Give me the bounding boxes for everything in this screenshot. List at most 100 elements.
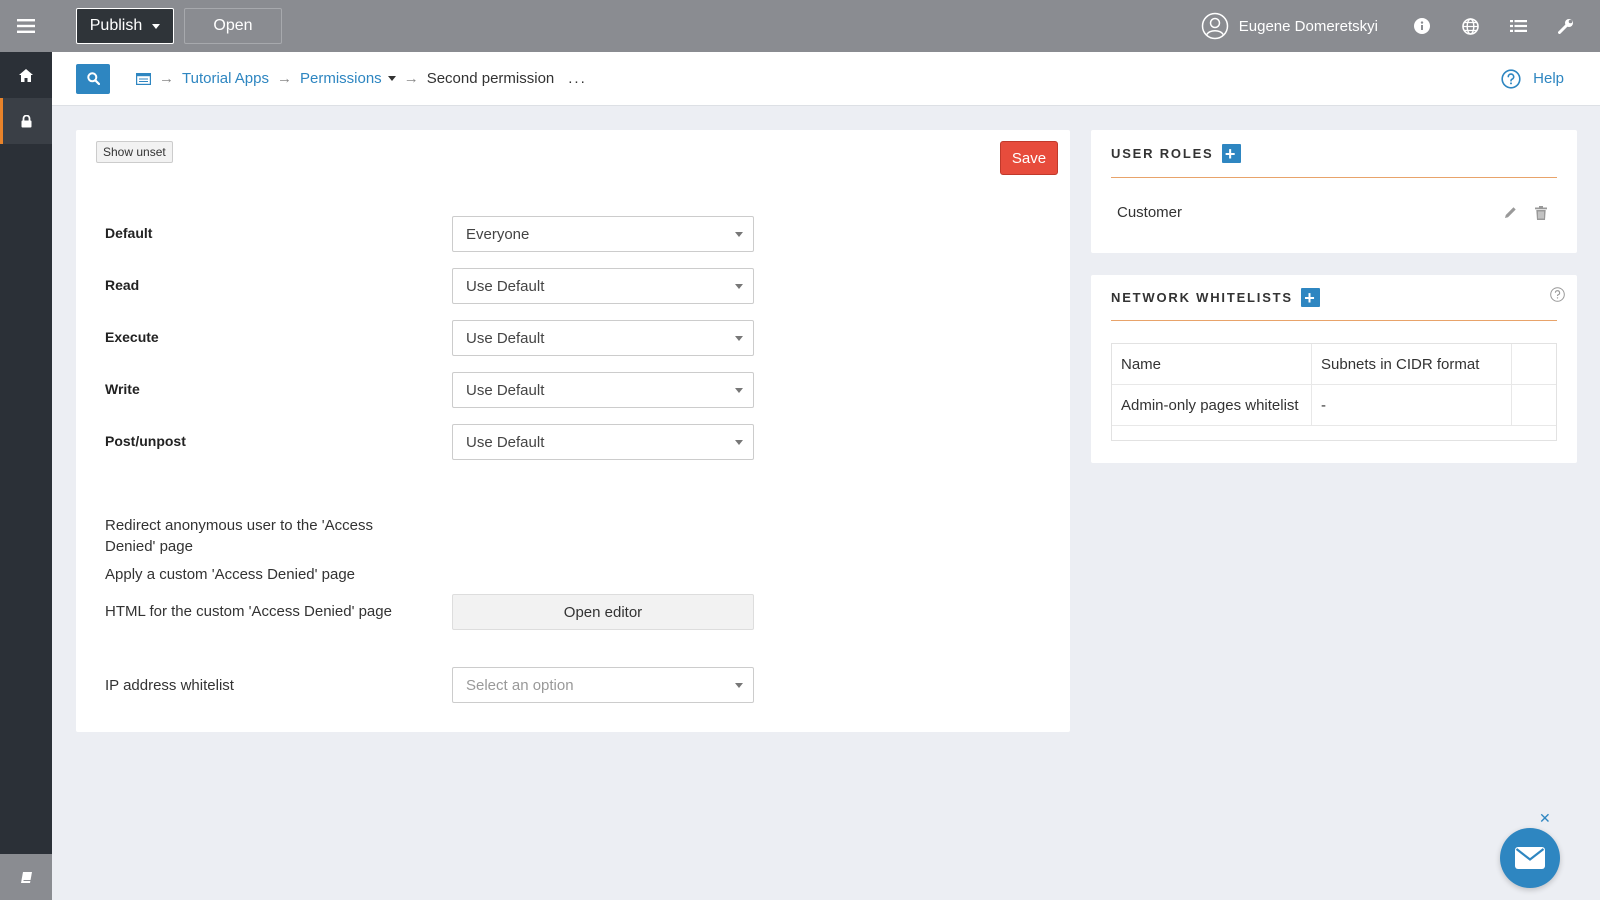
field-label-post-unpost: Post/unpost	[105, 433, 186, 449]
column-header-actions	[1512, 344, 1556, 384]
chevron-down-icon	[152, 23, 161, 29]
chevron-down-icon[interactable]	[387, 76, 396, 81]
select-default[interactable]: Everyone	[452, 216, 754, 252]
pencil-icon[interactable]	[1504, 206, 1517, 219]
role-name[interactable]: Customer	[1117, 204, 1182, 221]
globe-icon	[1461, 17, 1479, 35]
user-menu[interactable]: Eugene Domeretskyi	[1201, 12, 1378, 40]
hamburger-icon	[17, 19, 35, 33]
user-name: Eugene Domeretskyi	[1238, 17, 1378, 35]
menu-button[interactable]	[0, 0, 52, 52]
html-label: HTML for the custom 'Access Denied' page	[105, 603, 392, 620]
arrow-right-icon: →	[277, 70, 292, 87]
select-write[interactable]: Use Default	[452, 372, 754, 408]
home-icon	[19, 68, 33, 82]
search-button[interactable]	[76, 63, 110, 94]
caret-down-icon	[735, 388, 743, 393]
more-options-button[interactable]: ...	[568, 70, 587, 87]
field-label-execute: Execute	[105, 329, 159, 345]
info-button[interactable]	[1398, 18, 1446, 34]
arrow-right-icon: →	[403, 70, 419, 87]
table-row[interactable]: Admin-only pages whitelist -	[1112, 385, 1556, 426]
info-icon	[1414, 18, 1430, 34]
select-read[interactable]: Use Default	[452, 268, 754, 304]
show-unset-button[interactable]: Show unset	[96, 141, 173, 163]
user-avatar-icon	[1201, 12, 1229, 40]
open-button[interactable]: Open	[184, 8, 282, 44]
add-whitelist-button[interactable]: +	[1300, 288, 1320, 307]
select-placeholder: Select an option	[466, 676, 574, 694]
plus-icon: +	[1224, 143, 1238, 164]
wrench-icon	[1558, 19, 1573, 34]
caret-down-icon	[735, 232, 743, 237]
select-value: Everyone	[466, 225, 530, 243]
arrow-right-icon: →	[159, 70, 174, 87]
select-value: Use Default	[466, 381, 545, 399]
field-label-write: Write	[105, 381, 140, 397]
breadcrumb-permissions[interactable]: Permissions	[300, 70, 382, 87]
redirect-label: Redirect anonymous user to the 'Access D…	[105, 517, 373, 555]
app-window-icon[interactable]	[136, 72, 151, 85]
user-roles-card: USER ROLES + Customer	[1091, 130, 1577, 253]
role-actions	[1504, 206, 1547, 220]
rail-item-home[interactable]	[0, 52, 52, 98]
chat-button[interactable]	[1500, 828, 1560, 888]
search-icon	[86, 72, 100, 85]
permissions-panel: Show unset Save Default Everyone Read Us…	[76, 130, 1070, 732]
add-role-button[interactable]: +	[1221, 143, 1241, 164]
publish-button[interactable]: Publish	[76, 8, 174, 44]
breadcrumb: → Tutorial Apps → Permissions → Second p…	[136, 70, 587, 87]
question-icon[interactable]	[1550, 287, 1565, 302]
select-post-unpost[interactable]: Use Default	[452, 424, 754, 460]
column-header-subnets[interactable]: Subnets in CIDR format	[1312, 344, 1512, 384]
ip-whitelist-label: IP address whitelist	[105, 677, 234, 694]
help-icon	[1501, 68, 1521, 89]
rail-item-security[interactable]	[0, 98, 52, 144]
caret-down-icon	[735, 284, 743, 289]
divider	[1111, 177, 1557, 178]
user-roles-heading: USER ROLES	[1111, 146, 1214, 161]
close-chat-icon[interactable]: ✕	[1539, 810, 1551, 827]
open-editor-button[interactable]: Open editor	[452, 594, 754, 630]
book-icon	[20, 871, 32, 883]
list-button[interactable]	[1494, 19, 1542, 33]
field-label-read: Read	[105, 277, 140, 293]
trash-icon[interactable]	[1535, 206, 1547, 220]
user-roles-title: USER ROLES +	[1111, 144, 1241, 163]
select-value: Use Default	[466, 277, 545, 295]
table-cell-name: Admin-only pages whitelist	[1112, 385, 1312, 425]
caret-down-icon	[735, 683, 743, 688]
custom-page-label: Apply a custom 'Access Denied' page	[105, 566, 356, 583]
help-link[interactable]: Help	[1501, 68, 1564, 89]
envelope-icon	[1515, 847, 1545, 869]
language-button[interactable]	[1446, 17, 1494, 35]
divider	[1111, 320, 1557, 321]
save-button[interactable]: Save	[1000, 141, 1058, 175]
column-header-name[interactable]: Name	[1112, 344, 1312, 384]
select-value: Use Default	[466, 433, 545, 451]
table-header: Name Subnets in CIDR format	[1112, 344, 1556, 385]
breadcrumb-bar: → Tutorial Apps → Permissions → Second p…	[52, 52, 1600, 106]
lock-icon	[21, 114, 31, 127]
table-cell-subnets: -	[1312, 385, 1512, 425]
publish-label: Publish	[89, 17, 143, 34]
caret-down-icon	[735, 440, 743, 445]
left-rail	[0, 0, 52, 900]
top-bar: Publish Open Eugene Domeretskyi	[52, 0, 1600, 52]
network-whitelists-heading: NETWORK WHITELISTS	[1111, 290, 1293, 305]
select-execute[interactable]: Use Default	[452, 320, 754, 356]
select-ip-whitelist[interactable]: Select an option	[452, 667, 754, 703]
table-cell-actions	[1512, 385, 1556, 425]
network-whitelists-title: NETWORK WHITELISTS +	[1111, 288, 1320, 307]
select-value: Use Default	[466, 329, 545, 347]
field-label-default: Default	[105, 225, 153, 241]
breadcrumb-tutorial-apps[interactable]: Tutorial Apps	[182, 70, 269, 87]
help-label: Help	[1533, 70, 1564, 87]
breadcrumb-current: Second permission	[426, 70, 555, 87]
caret-down-icon	[735, 336, 743, 341]
rail-item-docs[interactable]	[0, 854, 52, 900]
list-icon	[1509, 20, 1527, 32]
network-whitelists-card: NETWORK WHITELISTS + Name Subnets in CID…	[1091, 275, 1577, 463]
settings-button[interactable]	[1542, 18, 1590, 34]
whitelist-table: Name Subnets in CIDR format Admin-only p…	[1111, 343, 1557, 441]
